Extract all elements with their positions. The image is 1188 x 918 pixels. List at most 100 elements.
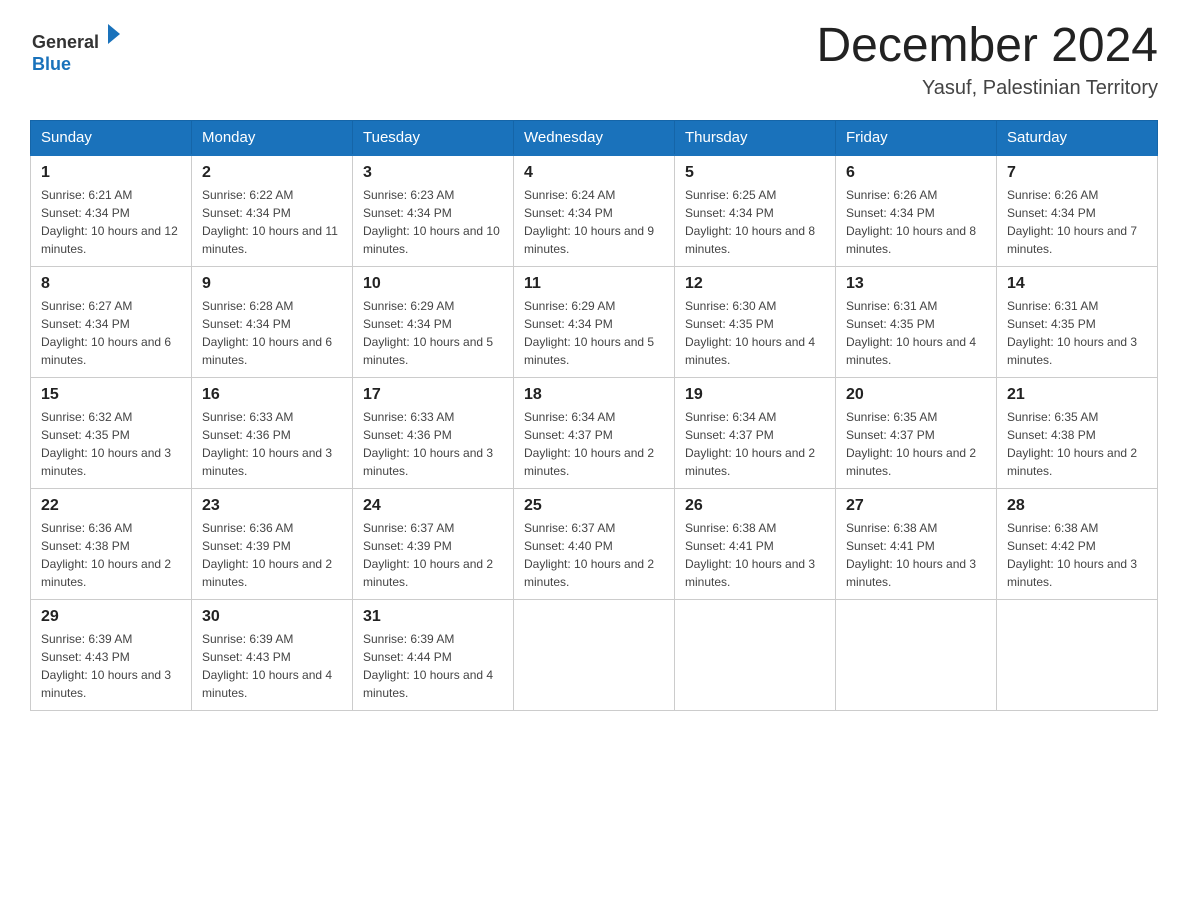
- calendar-day: 23 Sunrise: 6:36 AMSunset: 4:39 PMDayligh…: [192, 488, 353, 599]
- day-number: 15: [41, 386, 181, 404]
- calendar-day: 13Sunrise: 6:31 AMSunset: 4:35 PMDayligh…: [836, 266, 997, 377]
- day-number: 20: [846, 386, 986, 404]
- day-info: Sunrise: 6:38 AMSunset: 4:41 PMDaylight:…: [685, 519, 825, 591]
- day-number: 21: [1007, 386, 1147, 404]
- day-number: 2: [202, 164, 342, 182]
- calendar-header: SundayMondayTuesdayWednesdayThursdayFrid…: [31, 120, 1158, 155]
- svg-text:General: General: [32, 32, 99, 52]
- logo-svg: General Blue: [30, 20, 120, 80]
- day-number: 12: [685, 275, 825, 293]
- day-number: 16: [202, 386, 342, 404]
- calendar-day: 17 Sunrise: 6:33 AMSunset: 4:36 PMDayligh…: [353, 377, 514, 488]
- day-number: 1: [41, 164, 181, 182]
- calendar-day: 5 Sunrise: 6:25 AMSunset: 4:34 PMDaylight…: [675, 155, 836, 267]
- calendar-table: SundayMondayTuesdayWednesdayThursdayFrid…: [30, 120, 1158, 711]
- title-area: December 2024 Yasuf, Palestinian Territo…: [816, 20, 1158, 100]
- header-row: SundayMondayTuesdayWednesdayThursdayFrid…: [31, 120, 1158, 155]
- calendar-day: 30 Sunrise: 6:39 AMSunset: 4:43 PMDayligh…: [192, 599, 353, 710]
- day-number: 3: [363, 164, 503, 182]
- day-info: Sunrise: 6:39 AMSunset: 4:43 PMDaylight:…: [41, 630, 181, 702]
- day-info: Sunrise: 6:26 AMSunset: 4:34 PMDaylight:…: [1007, 186, 1147, 258]
- calendar-day: 22 Sunrise: 6:36 AMSunset: 4:38 PMDayligh…: [31, 488, 192, 599]
- calendar-day: 21 Sunrise: 6:35 AMSunset: 4:38 PMDayligh…: [997, 377, 1158, 488]
- day-info: Sunrise: 6:25 AMSunset: 4:34 PMDaylight:…: [685, 186, 825, 258]
- calendar-week-2: 8 Sunrise: 6:27 AMSunset: 4:34 PMDaylight…: [31, 266, 1158, 377]
- day-info: Sunrise: 6:22 AMSunset: 4:34 PMDaylight:…: [202, 186, 342, 258]
- day-info: Sunrise: 6:34 AMSunset: 4:37 PMDaylight:…: [524, 408, 664, 480]
- calendar-day: 29 Sunrise: 6:39 AMSunset: 4:43 PMDayligh…: [31, 599, 192, 710]
- calendar-week-3: 15Sunrise: 6:32 AMSunset: 4:35 PMDayligh…: [31, 377, 1158, 488]
- day-info: Sunrise: 6:33 AMSunset: 4:36 PMDaylight:…: [363, 408, 503, 480]
- day-info: Sunrise: 6:35 AMSunset: 4:38 PMDaylight:…: [1007, 408, 1147, 480]
- calendar-day: 3Sunrise: 6:23 AMSunset: 4:34 PMDaylight…: [353, 155, 514, 267]
- day-number: 30: [202, 608, 342, 626]
- day-number: 7: [1007, 164, 1147, 182]
- calendar-day: 12 Sunrise: 6:30 AMSunset: 4:35 PMDayligh…: [675, 266, 836, 377]
- day-info: Sunrise: 6:37 AMSunset: 4:39 PMDaylight:…: [363, 519, 503, 591]
- day-info: Sunrise: 6:28 AMSunset: 4:34 PMDaylight:…: [202, 297, 342, 369]
- day-number: 29: [41, 608, 181, 626]
- day-header-wednesday: Wednesday: [514, 120, 675, 155]
- day-info: Sunrise: 6:29 AMSunset: 4:34 PMDaylight:…: [524, 297, 664, 369]
- day-number: 24: [363, 497, 503, 515]
- day-info: Sunrise: 6:38 AMSunset: 4:41 PMDaylight:…: [846, 519, 986, 591]
- day-info: Sunrise: 6:36 AMSunset: 4:38 PMDaylight:…: [41, 519, 181, 591]
- day-header-monday: Monday: [192, 120, 353, 155]
- calendar-day: 26Sunrise: 6:38 AMSunset: 4:41 PMDayligh…: [675, 488, 836, 599]
- month-title: December 2024: [816, 20, 1158, 73]
- day-number: 11: [524, 275, 664, 293]
- day-number: 10: [363, 275, 503, 293]
- calendar-day: 15Sunrise: 6:32 AMSunset: 4:35 PMDayligh…: [31, 377, 192, 488]
- calendar-day: 31Sunrise: 6:39 AMSunset: 4:44 PMDayligh…: [353, 599, 514, 710]
- day-info: Sunrise: 6:24 AMSunset: 4:34 PMDaylight:…: [524, 186, 664, 258]
- day-number: 5: [685, 164, 825, 182]
- day-number: 14: [1007, 275, 1147, 293]
- day-header-sunday: Sunday: [31, 120, 192, 155]
- day-info: Sunrise: 6:39 AMSunset: 4:43 PMDaylight:…: [202, 630, 342, 702]
- day-info: Sunrise: 6:27 AMSunset: 4:34 PMDaylight:…: [41, 297, 181, 369]
- calendar-day: 8 Sunrise: 6:27 AMSunset: 4:34 PMDaylight…: [31, 266, 192, 377]
- day-number: 13: [846, 275, 986, 293]
- day-header-thursday: Thursday: [675, 120, 836, 155]
- logo: General Blue: [30, 20, 120, 80]
- day-info: Sunrise: 6:31 AMSunset: 4:35 PMDaylight:…: [1007, 297, 1147, 369]
- calendar-day: [997, 599, 1158, 710]
- day-number: 18: [524, 386, 664, 404]
- day-header-friday: Friday: [836, 120, 997, 155]
- day-number: 28: [1007, 497, 1147, 515]
- calendar-day: 11 Sunrise: 6:29 AMSunset: 4:34 PMDayligh…: [514, 266, 675, 377]
- svg-text:Blue: Blue: [32, 54, 71, 74]
- day-number: 8: [41, 275, 181, 293]
- day-info: Sunrise: 6:30 AMSunset: 4:35 PMDaylight:…: [685, 297, 825, 369]
- day-number: 6: [846, 164, 986, 182]
- calendar-day: 20 Sunrise: 6:35 AMSunset: 4:37 PMDayligh…: [836, 377, 997, 488]
- day-number: 19: [685, 386, 825, 404]
- calendar-day: 27Sunrise: 6:38 AMSunset: 4:41 PMDayligh…: [836, 488, 997, 599]
- day-info: Sunrise: 6:33 AMSunset: 4:36 PMDaylight:…: [202, 408, 342, 480]
- day-info: Sunrise: 6:38 AMSunset: 4:42 PMDaylight:…: [1007, 519, 1147, 591]
- day-number: 31: [363, 608, 503, 626]
- calendar-day: [675, 599, 836, 710]
- day-header-saturday: Saturday: [997, 120, 1158, 155]
- day-number: 23: [202, 497, 342, 515]
- calendar-day: 18 Sunrise: 6:34 AMSunset: 4:37 PMDayligh…: [514, 377, 675, 488]
- calendar-day: [836, 599, 997, 710]
- day-number: 22: [41, 497, 181, 515]
- calendar-week-1: 1Sunrise: 6:21 AMSunset: 4:34 PMDaylight…: [31, 155, 1158, 267]
- day-header-tuesday: Tuesday: [353, 120, 514, 155]
- calendar-day: 24 Sunrise: 6:37 AMSunset: 4:39 PMDayligh…: [353, 488, 514, 599]
- calendar-day: 6Sunrise: 6:26 AMSunset: 4:34 PMDaylight…: [836, 155, 997, 267]
- day-number: 9: [202, 275, 342, 293]
- calendar-day: 7 Sunrise: 6:26 AMSunset: 4:34 PMDaylight…: [997, 155, 1158, 267]
- day-number: 17: [363, 386, 503, 404]
- calendar-day: 16 Sunrise: 6:33 AMSunset: 4:36 PMDayligh…: [192, 377, 353, 488]
- day-info: Sunrise: 6:34 AMSunset: 4:37 PMDaylight:…: [685, 408, 825, 480]
- page-header: General Blue December 2024 Yasuf, Palest…: [30, 20, 1158, 100]
- calendar-day: 2 Sunrise: 6:22 AMSunset: 4:34 PMDaylight…: [192, 155, 353, 267]
- day-info: Sunrise: 6:37 AMSunset: 4:40 PMDaylight:…: [524, 519, 664, 591]
- day-number: 25: [524, 497, 664, 515]
- day-info: Sunrise: 6:35 AMSunset: 4:37 PMDaylight:…: [846, 408, 986, 480]
- day-number: 4: [524, 164, 664, 182]
- day-info: Sunrise: 6:29 AMSunset: 4:34 PMDaylight:…: [363, 297, 503, 369]
- day-info: Sunrise: 6:36 AMSunset: 4:39 PMDaylight:…: [202, 519, 342, 591]
